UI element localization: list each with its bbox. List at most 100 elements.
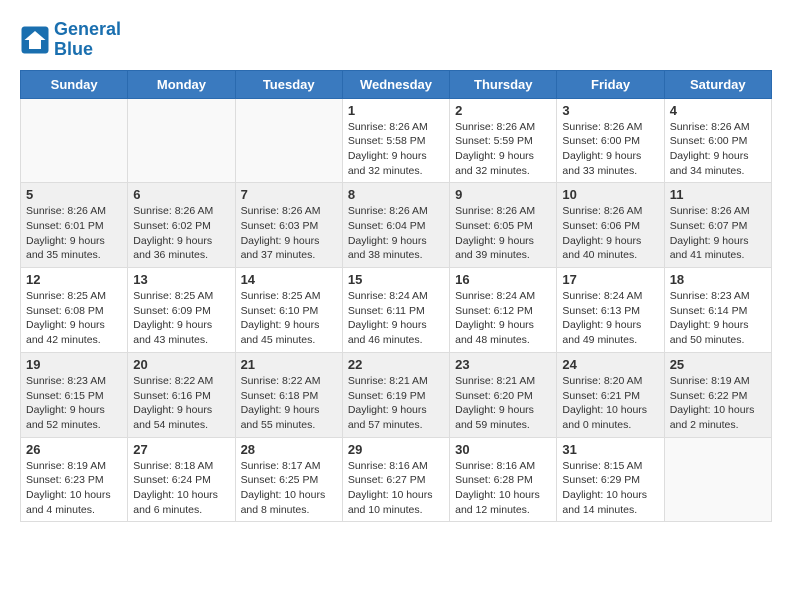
day-info: Sunrise: 8:26 AM Sunset: 6:00 PM Dayligh… (670, 120, 766, 179)
day-number: 20 (133, 357, 229, 372)
calendar-cell: 4 Sunrise: 8:26 AM Sunset: 6:00 PM Daylig… (664, 98, 771, 183)
calendar-cell: 18Sunrise: 8:23 AM Sunset: 6:14 PM Dayli… (664, 268, 771, 353)
day-number: 11 (670, 187, 766, 202)
day-number: 19 (26, 357, 122, 372)
day-number: 7 (241, 187, 337, 202)
day-number: 29 (348, 442, 444, 457)
calendar-cell: 8Sunrise: 8:26 AM Sunset: 6:04 PM Daylig… (342, 183, 449, 268)
calendar-cell (235, 98, 342, 183)
calendar-table: SundayMondayTuesdayWednesdayThursdayFrid… (20, 70, 772, 523)
day-number: 16 (455, 272, 551, 287)
day-info: Sunrise: 8:18 AM Sunset: 6:24 PM Dayligh… (133, 459, 229, 518)
day-number: 4 (670, 103, 766, 118)
calendar-week-4: 19 Sunrise: 8:23 AM Sunset: 6:15 PM Dayli… (21, 352, 772, 437)
day-info: Sunrise: 8:26 AM Sunset: 6:01 PM Dayligh… (26, 204, 122, 263)
day-number: 10 (562, 187, 658, 202)
weekday-header-friday: Friday (557, 70, 664, 98)
calendar-body: 1 Sunrise: 8:26 AM Sunset: 5:58 PM Daylig… (21, 98, 772, 522)
calendar-cell: 10 Sunrise: 8:26 AM Sunset: 6:06 PM Dayli… (557, 183, 664, 268)
calendar-cell: 6Sunrise: 8:26 AM Sunset: 6:02 PM Daylig… (128, 183, 235, 268)
weekday-header-wednesday: Wednesday (342, 70, 449, 98)
weekday-header-tuesday: Tuesday (235, 70, 342, 98)
day-number: 25 (670, 357, 766, 372)
day-info: Sunrise: 8:17 AM Sunset: 6:25 PM Dayligh… (241, 459, 337, 518)
day-number: 24 (562, 357, 658, 372)
calendar-cell: 15 Sunrise: 8:24 AM Sunset: 6:11 PM Dayli… (342, 268, 449, 353)
calendar-cell: 19 Sunrise: 8:23 AM Sunset: 6:15 PM Dayli… (21, 352, 128, 437)
calendar-week-5: 26 Sunrise: 8:19 AM Sunset: 6:23 PM Dayli… (21, 437, 772, 522)
calendar-cell: 16 Sunrise: 8:24 AM Sunset: 6:12 PM Dayli… (450, 268, 557, 353)
day-info: Sunrise: 8:21 AM Sunset: 6:19 PM Dayligh… (348, 374, 444, 433)
weekday-header-monday: Monday (128, 70, 235, 98)
day-info: Sunrise: 8:25 AM Sunset: 6:10 PM Dayligh… (241, 289, 337, 348)
day-number: 17 (562, 272, 658, 287)
day-info: Sunrise: 8:22 AM Sunset: 6:18 PM Dayligh… (241, 374, 337, 433)
calendar-cell: 30 Sunrise: 8:16 AM Sunset: 6:28 PM Dayli… (450, 437, 557, 522)
day-number: 27 (133, 442, 229, 457)
calendar-week-2: 5 Sunrise: 8:26 AM Sunset: 6:01 PM Daylig… (21, 183, 772, 268)
calendar-cell: 14 Sunrise: 8:25 AM Sunset: 6:10 PM Dayli… (235, 268, 342, 353)
day-number: 30 (455, 442, 551, 457)
calendar-cell: 13Sunrise: 8:25 AM Sunset: 6:09 PM Dayli… (128, 268, 235, 353)
day-info: Sunrise: 8:26 AM Sunset: 6:02 PM Dayligh… (133, 204, 229, 263)
calendar-cell: 29Sunrise: 8:16 AM Sunset: 6:27 PM Dayli… (342, 437, 449, 522)
calendar-cell: 28 Sunrise: 8:17 AM Sunset: 6:25 PM Dayli… (235, 437, 342, 522)
day-info: Sunrise: 8:23 AM Sunset: 6:15 PM Dayligh… (26, 374, 122, 433)
day-number: 5 (26, 187, 122, 202)
day-number: 28 (241, 442, 337, 457)
calendar-cell: 3 Sunrise: 8:26 AM Sunset: 6:00 PM Daylig… (557, 98, 664, 183)
day-number: 26 (26, 442, 122, 457)
day-info: Sunrise: 8:22 AM Sunset: 6:16 PM Dayligh… (133, 374, 229, 433)
day-info: Sunrise: 8:16 AM Sunset: 6:28 PM Dayligh… (455, 459, 551, 518)
day-info: Sunrise: 8:26 AM Sunset: 5:58 PM Dayligh… (348, 120, 444, 179)
calendar-cell: 22 Sunrise: 8:21 AM Sunset: 6:19 PM Dayli… (342, 352, 449, 437)
day-info: Sunrise: 8:26 AM Sunset: 6:04 PM Dayligh… (348, 204, 444, 263)
calendar-cell: 31Sunrise: 8:15 AM Sunset: 6:29 PM Dayli… (557, 437, 664, 522)
day-info: Sunrise: 8:26 AM Sunset: 6:05 PM Dayligh… (455, 204, 551, 263)
calendar-cell (664, 437, 771, 522)
calendar-cell: 11Sunrise: 8:26 AM Sunset: 6:07 PM Dayli… (664, 183, 771, 268)
day-info: Sunrise: 8:20 AM Sunset: 6:21 PM Dayligh… (562, 374, 658, 433)
day-info: Sunrise: 8:25 AM Sunset: 6:09 PM Dayligh… (133, 289, 229, 348)
calendar-cell: 27 Sunrise: 8:18 AM Sunset: 6:24 PM Dayli… (128, 437, 235, 522)
day-number: 2 (455, 103, 551, 118)
weekday-header-saturday: Saturday (664, 70, 771, 98)
calendar-cell: 12Sunrise: 8:25 AM Sunset: 6:08 PM Dayli… (21, 268, 128, 353)
day-number: 31 (562, 442, 658, 457)
day-number: 14 (241, 272, 337, 287)
logo-text: General Blue (54, 20, 121, 60)
day-info: Sunrise: 8:23 AM Sunset: 6:14 PM Dayligh… (670, 289, 766, 348)
day-info: Sunrise: 8:19 AM Sunset: 6:22 PM Dayligh… (670, 374, 766, 433)
calendar-cell (128, 98, 235, 183)
calendar-cell: 20 Sunrise: 8:22 AM Sunset: 6:16 PM Dayli… (128, 352, 235, 437)
day-info: Sunrise: 8:24 AM Sunset: 6:11 PM Dayligh… (348, 289, 444, 348)
calendar-cell: 26 Sunrise: 8:19 AM Sunset: 6:23 PM Dayli… (21, 437, 128, 522)
calendar-cell: 17Sunrise: 8:24 AM Sunset: 6:13 PM Dayli… (557, 268, 664, 353)
weekday-header-thursday: Thursday (450, 70, 557, 98)
day-number: 22 (348, 357, 444, 372)
day-number: 3 (562, 103, 658, 118)
day-info: Sunrise: 8:19 AM Sunset: 6:23 PM Dayligh… (26, 459, 122, 518)
calendar-week-3: 12Sunrise: 8:25 AM Sunset: 6:08 PM Dayli… (21, 268, 772, 353)
day-number: 1 (348, 103, 444, 118)
calendar-cell: 9 Sunrise: 8:26 AM Sunset: 6:05 PM Daylig… (450, 183, 557, 268)
calendar-cell: 1 Sunrise: 8:26 AM Sunset: 5:58 PM Daylig… (342, 98, 449, 183)
day-info: Sunrise: 8:26 AM Sunset: 5:59 PM Dayligh… (455, 120, 551, 179)
calendar-header: SundayMondayTuesdayWednesdayThursdayFrid… (21, 70, 772, 98)
calendar-cell: 7 Sunrise: 8:26 AM Sunset: 6:03 PM Daylig… (235, 183, 342, 268)
page-header: General Blue (20, 20, 772, 60)
calendar-cell: 21 Sunrise: 8:22 AM Sunset: 6:18 PM Dayli… (235, 352, 342, 437)
day-info: Sunrise: 8:21 AM Sunset: 6:20 PM Dayligh… (455, 374, 551, 433)
day-info: Sunrise: 8:26 AM Sunset: 6:00 PM Dayligh… (562, 120, 658, 179)
calendar-cell (21, 98, 128, 183)
day-number: 15 (348, 272, 444, 287)
day-info: Sunrise: 8:24 AM Sunset: 6:12 PM Dayligh… (455, 289, 551, 348)
day-info: Sunrise: 8:26 AM Sunset: 6:06 PM Dayligh… (562, 204, 658, 263)
day-info: Sunrise: 8:26 AM Sunset: 6:03 PM Dayligh… (241, 204, 337, 263)
calendar-cell: 24 Sunrise: 8:20 AM Sunset: 6:21 PM Dayli… (557, 352, 664, 437)
day-info: Sunrise: 8:25 AM Sunset: 6:08 PM Dayligh… (26, 289, 122, 348)
calendar-cell: 2 Sunrise: 8:26 AM Sunset: 5:59 PM Daylig… (450, 98, 557, 183)
calendar-cell: 5 Sunrise: 8:26 AM Sunset: 6:01 PM Daylig… (21, 183, 128, 268)
day-number: 21 (241, 357, 337, 372)
day-number: 9 (455, 187, 551, 202)
